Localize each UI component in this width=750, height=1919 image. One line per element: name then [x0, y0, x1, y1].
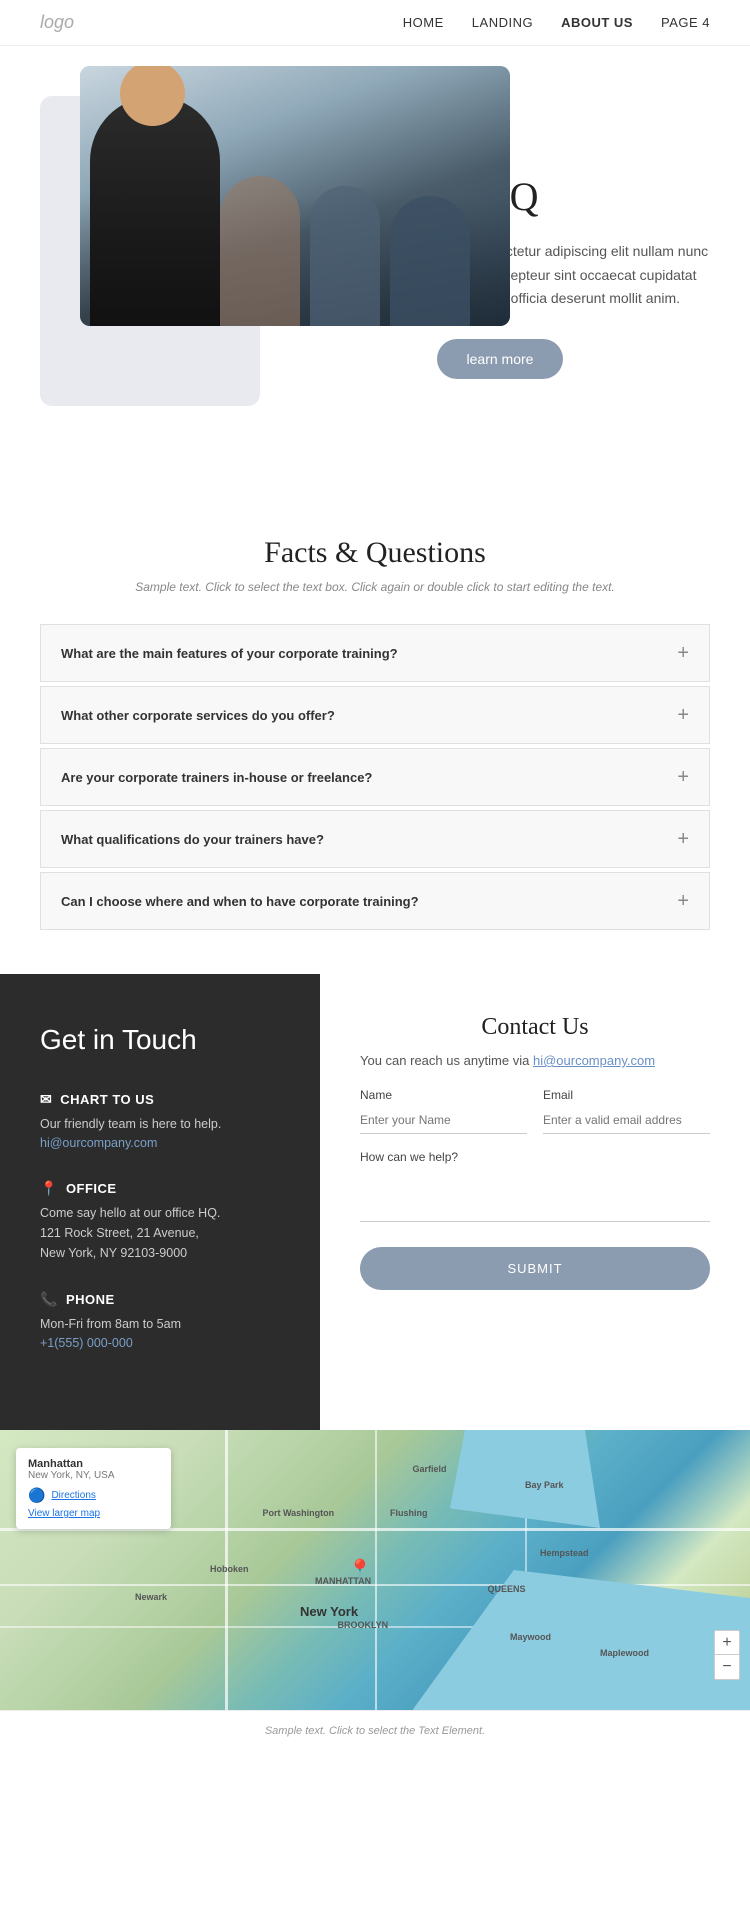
office-image — [80, 66, 510, 326]
contact-email-link[interactable]: hi@ourcompany.com — [533, 1053, 655, 1068]
chart-email-link[interactable]: hi@ourcompany.com — [40, 1136, 157, 1150]
map-label-garfield: Garfield — [413, 1464, 447, 1474]
contact-left-title: Get in Touch — [40, 1024, 280, 1056]
contact-item-phone: 📞 PHONE Mon-Fri from 8am to 5am +1(555) … — [40, 1291, 280, 1352]
faq-item-4[interactable]: What qualifications do your trainers hav… — [40, 810, 710, 868]
name-input[interactable] — [360, 1107, 527, 1134]
map-label-longisland: Maywood — [510, 1632, 551, 1642]
faq-plus-1: + — [677, 643, 689, 663]
faq-title: Facts & Questions — [40, 536, 710, 570]
zoom-out-button[interactable]: − — [715, 1655, 739, 1679]
help-label: How can we help? — [360, 1150, 710, 1164]
email-input[interactable] — [543, 1107, 710, 1134]
map-zoom-controls: + − — [714, 1630, 740, 1680]
footer: Sample text. Click to select the Text El… — [0, 1710, 750, 1751]
directions-link[interactable]: Directions — [51, 1490, 95, 1501]
map-label-brooklyn: BROOKLYN — [338, 1620, 389, 1630]
learn-more-button[interactable]: learn more — [437, 339, 564, 379]
person-bg2 — [310, 186, 380, 326]
location-icon: 📍 — [40, 1180, 58, 1197]
map-popup-sub: New York, NY, USA — [28, 1470, 159, 1481]
contact-office-header: 📍 OFFICE — [40, 1180, 280, 1197]
footer-text: Sample text. Click to select the Text El… — [40, 1725, 710, 1737]
map-popup-title: Manhattan — [28, 1458, 159, 1470]
nav-logo: logo — [40, 12, 74, 33]
map-label-hempstead: Maplewood — [600, 1648, 649, 1658]
name-label: Name — [360, 1088, 527, 1102]
map-label-baypark: Bay Park — [525, 1480, 564, 1490]
faq-section: Facts & Questions Sample text. Click to … — [0, 476, 750, 974]
contact-section: Get in Touch ✉ CHART TO US Our friendly … — [0, 974, 750, 1430]
help-textarea[interactable] — [360, 1172, 710, 1222]
faq-plus-3: + — [677, 767, 689, 787]
hero-image-wrapper — [40, 96, 260, 406]
map-popup-dir: 🔵 Directions — [28, 1487, 159, 1504]
faq-list: What are the main features of your corpo… — [40, 624, 710, 930]
person-bg1 — [220, 176, 300, 326]
form-row-name-email: Name Email — [360, 1088, 710, 1134]
map-pin: 📍 — [348, 1558, 373, 1583]
faq-question-3: Are your corporate trainers in-house or … — [61, 770, 372, 785]
hero-section: FAQ Lorem ipsum dolor sit amet, consecte… — [0, 46, 750, 476]
map-label-hoboken: Hoboken — [210, 1564, 249, 1574]
map-label-bronx: Flushing — [390, 1508, 428, 1518]
map-label-flushing: Hempstead — [540, 1548, 589, 1558]
map-label-queens: QUEENS — [488, 1584, 526, 1594]
contact-right: Contact Us You can reach us anytime via … — [320, 974, 750, 1430]
contact-phone-header: 📞 PHONE — [40, 1291, 280, 1308]
office-label: OFFICE — [66, 1181, 117, 1196]
water-area — [413, 1570, 750, 1710]
phone-label: PHONE — [66, 1292, 115, 1307]
contact-chart-header: ✉ CHART TO US — [40, 1091, 280, 1108]
contact-item-office: 📍 OFFICE Come say hello at our office HQ… — [40, 1180, 280, 1263]
contact-item-chart: ✉ CHART TO US Our friendly team is here … — [40, 1091, 280, 1152]
faq-item-3[interactable]: Are your corporate trainers in-house or … — [40, 748, 710, 806]
faq-question-4: What qualifications do your trainers hav… — [61, 832, 324, 847]
directions-icon: 🔵 — [28, 1487, 45, 1504]
chart-label: CHART TO US — [60, 1092, 154, 1107]
office-desc: Come say hello at our office HQ.121 Rock… — [40, 1203, 280, 1263]
map-popup: Manhattan New York, NY, USA 🔵 Directions… — [16, 1448, 171, 1529]
map-label-newyork: New York — [300, 1604, 358, 1619]
nav-link-page4[interactable]: PAGE 4 — [661, 15, 710, 30]
faq-question-5: Can I choose where and when to have corp… — [61, 894, 419, 909]
faq-question-1: What are the main features of your corpo… — [61, 646, 398, 661]
nav-link-landing[interactable]: LANDING — [472, 15, 533, 30]
faq-plus-5: + — [677, 891, 689, 911]
email-icon: ✉ — [40, 1091, 52, 1108]
map-section: MANHATTAN BROOKLYN QUEENS Newark New Yor… — [0, 1430, 750, 1710]
map-label-newark: Newark — [135, 1592, 167, 1602]
phone-desc: Mon-Fri from 8am to 5am — [40, 1314, 280, 1334]
email-label: Email — [543, 1088, 710, 1102]
map-label-fortlee: Port Washington — [263, 1508, 335, 1518]
zoom-in-button[interactable]: + — [715, 1631, 739, 1655]
map-background: MANHATTAN BROOKLYN QUEENS Newark New Yor… — [0, 1430, 750, 1710]
faq-plus-2: + — [677, 705, 689, 725]
phone-icon: 📞 — [40, 1291, 58, 1308]
contact-intro: You can reach us anytime via hi@ourcompa… — [360, 1053, 710, 1068]
faq-item-1[interactable]: What are the main features of your corpo… — [40, 624, 710, 682]
faq-item-2[interactable]: What other corporate services do you off… — [40, 686, 710, 744]
chart-desc: Our friendly team is here to help. — [40, 1114, 280, 1134]
form-group-email: Email — [543, 1088, 710, 1134]
person-main — [90, 96, 220, 326]
nav-links: HOME LANDING ABOUT US PAGE 4 — [403, 15, 710, 30]
contact-right-title: Contact Us — [360, 1014, 710, 1041]
hero-img-main — [80, 66, 510, 326]
water-area2 — [450, 1430, 600, 1528]
submit-button[interactable]: SUBMIT — [360, 1247, 710, 1290]
phone-number-link[interactable]: +1(555) 000-000 — [40, 1336, 133, 1350]
road-v2 — [375, 1430, 377, 1710]
form-group-name: Name — [360, 1088, 527, 1134]
view-larger-map-link[interactable]: View larger map — [28, 1508, 159, 1519]
faq-subtitle: Sample text. Click to select the text bo… — [40, 580, 710, 594]
contact-left: Get in Touch ✉ CHART TO US Our friendly … — [0, 974, 320, 1430]
faq-plus-4: + — [677, 829, 689, 849]
faq-item-5[interactable]: Can I choose where and when to have corp… — [40, 872, 710, 930]
faq-question-2: What other corporate services do you off… — [61, 708, 335, 723]
navbar: logo HOME LANDING ABOUT US PAGE 4 — [0, 0, 750, 46]
person-bg3 — [390, 196, 470, 326]
nav-link-about[interactable]: ABOUT US — [561, 15, 633, 30]
nav-link-home[interactable]: HOME — [403, 15, 444, 30]
